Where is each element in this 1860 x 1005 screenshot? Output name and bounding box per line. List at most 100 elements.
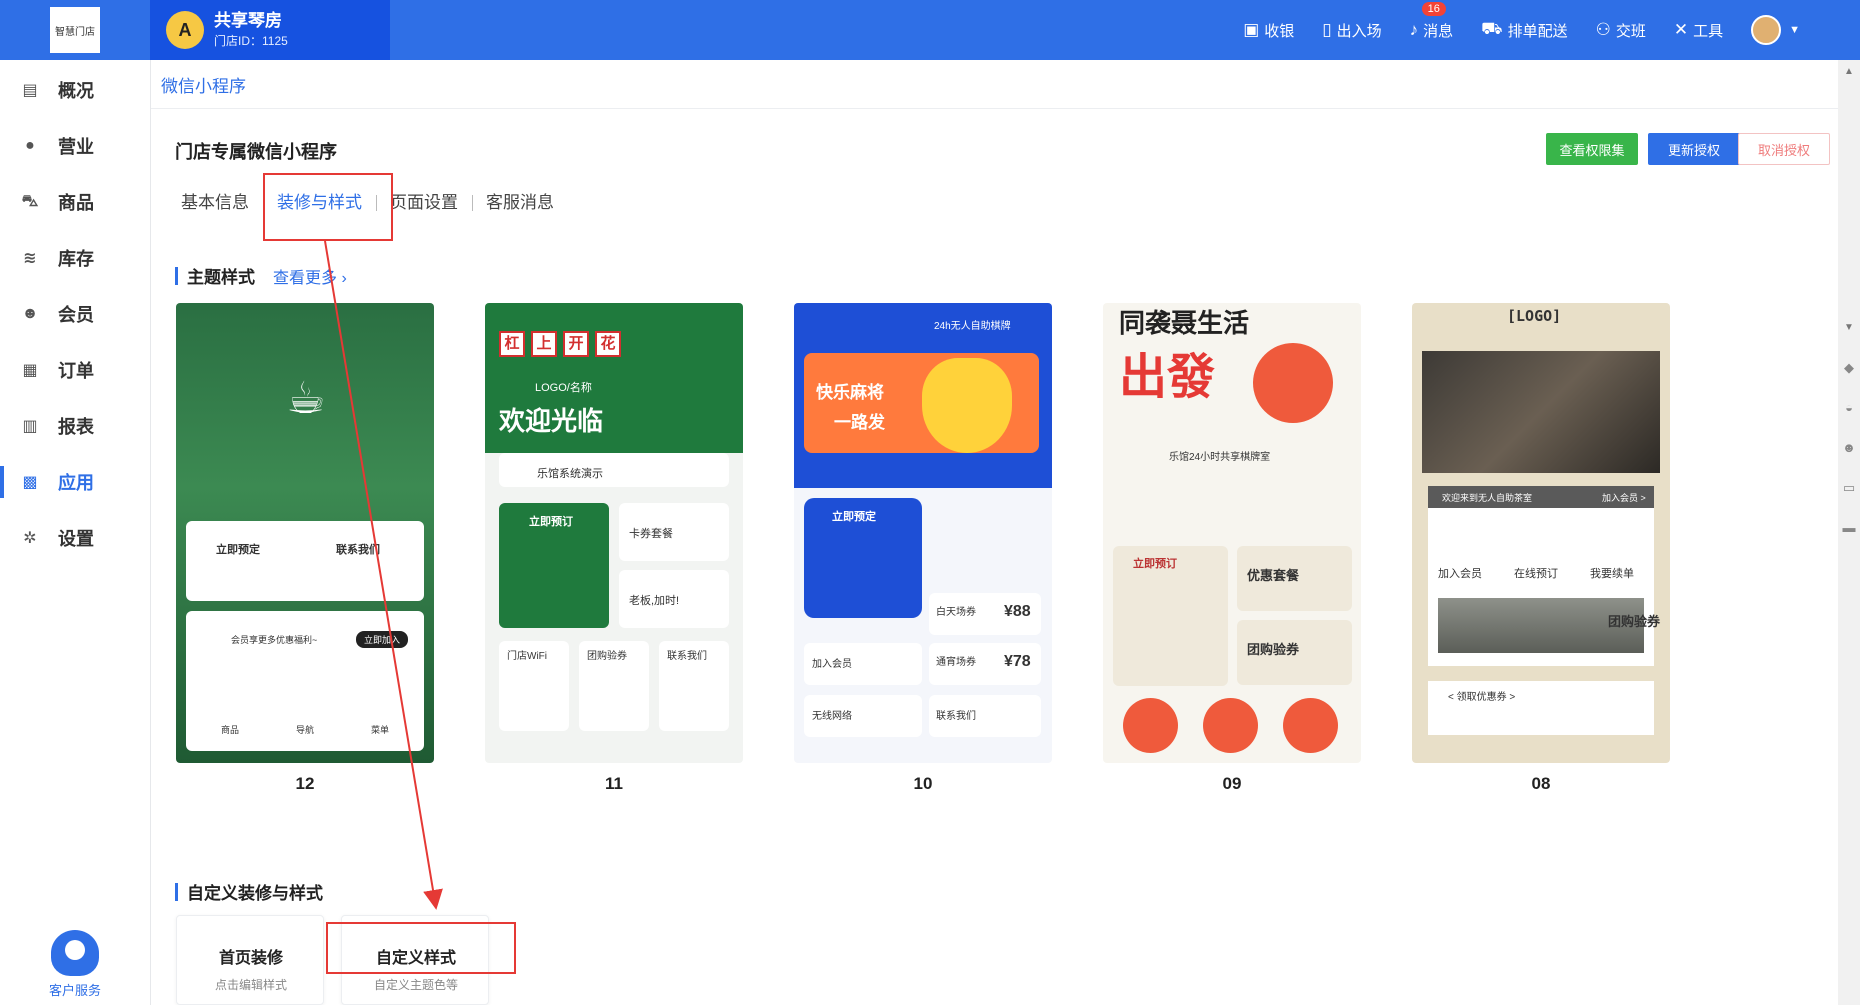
theme-card-label: 09 <box>1222 774 1242 793</box>
preview-text: 优惠套餐 <box>1247 568 1300 583</box>
theme-card-12[interactable]: ☕ 立即预定 联系我们 会员享更多优惠福利~ 立即加入 商品 导航 菜单 <box>176 303 434 763</box>
tab-basic-info[interactable]: 基本信息 <box>167 190 263 216</box>
cube-icon[interactable]: ◆ <box>1840 360 1858 378</box>
sidebar-item-members[interactable]: ☻ 会员 <box>0 286 150 342</box>
preview-text: 团购验券 <box>1247 642 1300 657</box>
custom-section-heading: 自定义装修与样式 <box>175 879 323 904</box>
sidebar: ▤ 概况 ● 营业 ⛍ 商品 ≋ 库存 ☻ 会员 ▦ 订单 ▥ 报表 ▩ 应用 ✲ 设置 客户服务 <box>0 60 150 1005</box>
theme-heading-text: 主题样式 <box>187 268 255 287</box>
store-avatar: A <box>166 11 204 49</box>
sidebar-item-label: 营业 <box>58 137 94 157</box>
top-menu-entry-exit[interactable]: ▯ 出入场 <box>1322 20 1381 41</box>
sidebar-item-label: 设置 <box>58 529 94 549</box>
preview-text: 一路发 <box>834 413 885 432</box>
view-permissions-button[interactable]: 查看权限集 <box>1546 133 1638 165</box>
top-menu-delivery[interactable]: ⛟ 排单配送 <box>1481 19 1567 41</box>
monkey-mascot-icon <box>1203 698 1258 753</box>
divider <box>151 108 1839 109</box>
highlight-box-tab <box>263 173 393 241</box>
preview-text: 加入会员 <box>812 659 852 670</box>
theme-card-09[interactable]: 同袭聂生活 出發 乐馆24小时共享棋牌室 立即预订 优惠套餐 团购验券 <box>1103 303 1361 763</box>
chevron-right-icon: › <box>341 269 347 287</box>
store-switcher[interactable]: A 共享琴房 门店ID：1125 <box>150 0 390 60</box>
message-count-badge: 16 <box>1421 1 1446 16</box>
preview-text: 导航 <box>296 725 315 735</box>
chevron-down-icon[interactable]: ▼ <box>1789 24 1800 36</box>
preview-text: 我要续单 <box>1590 568 1634 580</box>
keyboard-icon[interactable]: ▬ <box>1840 520 1858 538</box>
tools-icon: ✕ <box>1673 20 1689 39</box>
preview-text: 联系我们 <box>336 544 380 556</box>
update-auth-button[interactable]: 更新授权 <box>1648 133 1740 165</box>
top-menu-label: 工具 <box>1693 22 1724 40</box>
top-menu-label: 消息 <box>1423 22 1454 40</box>
scroll-down-icon[interactable]: ▼ <box>1844 322 1854 333</box>
sidebar-item-label: 订单 <box>58 361 94 381</box>
style-card-subtitle: 点击编辑样式 <box>214 978 287 992</box>
preview-text: 联系我们 <box>936 711 976 722</box>
preview-text: 欢迎光临 <box>499 406 604 436</box>
customer-service[interactable]: 客户服务 <box>0 930 150 999</box>
main-content: 微信小程序 门店专属微信小程序 查看权限集 更新授权 取消授权 基本信息 装修与… <box>150 60 1839 1005</box>
sidebar-item-goods[interactable]: ⛍ 商品 <box>0 174 150 230</box>
sidebar-item-label: 报表 <box>58 417 94 437</box>
sidebar-item-overview[interactable]: ▤ 概况 <box>0 62 150 118</box>
sidebar-item-inventory[interactable]: ≋ 库存 <box>0 230 150 286</box>
users-icon[interactable]: ☻ <box>1840 440 1858 458</box>
theme-card-11[interactable]: 杠 上 开 花 LOGO/名称 欢迎光临 乐馆系统演示 立即预订 卡券套餐 老板… <box>485 303 743 763</box>
top-menu-handover[interactable]: ⚇ 交班 <box>1596 20 1646 41</box>
sidebar-item-apps[interactable]: ▩ 应用 <box>0 454 150 510</box>
sidebar-item-reports[interactable]: ▥ 报表 <box>0 398 150 454</box>
scroll-up-icon[interactable]: ▲ <box>1844 66 1854 77</box>
top-menu-label: 排单配送 <box>1507 22 1568 40</box>
tea-photo <box>1422 351 1660 473</box>
monkey-mascot-icon <box>1283 698 1338 753</box>
preview-text: 快乐麻将 <box>816 383 884 402</box>
money-bag-icon: ● <box>25 137 35 154</box>
preview-text: 乐馆系统演示 <box>537 468 603 480</box>
top-menu-messages[interactable]: ♪ 16 消息 <box>1410 1 1454 41</box>
theme-card-label: 08 <box>1531 774 1551 793</box>
tea-leaf-logo-icon: ☕ <box>286 374 326 423</box>
preview-text: 上 <box>531 331 557 357</box>
custom-heading-text: 自定义装修与样式 <box>187 884 323 903</box>
top-menu-tools[interactable]: ✕ 工具 <box>1674 20 1723 41</box>
preview-text: 加入会员 > <box>1602 493 1646 503</box>
delivery-icon: ⛟ <box>1481 19 1503 38</box>
theme-card-08[interactable]: [LOGO] 欢迎来到无人自助茶室 加入会员 > 加入会员 在线预订 我要续单 … <box>1412 303 1670 763</box>
preview-text: LOGO/名称 <box>535 382 592 394</box>
theme-card-label: 11 <box>605 774 623 793</box>
sidebar-item-settings[interactable]: ✲ 设置 <box>0 510 150 566</box>
lamp-icon[interactable]: ◒ <box>1840 400 1858 418</box>
breadcrumb[interactable]: 微信小程序 <box>161 72 246 97</box>
preview-text: ¥78 <box>1004 653 1031 670</box>
headset-icon <box>51 930 99 976</box>
preview-text: 联系我们 <box>667 651 707 662</box>
preview-text: 菜单 <box>371 725 390 735</box>
preview-text: 24h无人自助棋牌 <box>934 321 1011 332</box>
sidebar-item-orders[interactable]: ▦ 订单 <box>0 342 150 398</box>
app-root: 智慧门店 A 共享琴房 门店ID：1125 ▣ 收银 ▯ 出入场 ♪ 16 消息 <box>0 0 1860 1005</box>
homepage-decoration-card[interactable]: 首页装修 点击编辑样式 <box>176 915 324 1005</box>
view-more-link[interactable]: 查看更多 › <box>273 264 347 288</box>
door-icon: ▯ <box>1322 20 1332 39</box>
highlight-box-custom-style <box>326 922 516 974</box>
user-avatar[interactable] <box>1751 15 1782 45</box>
sidebar-item-business[interactable]: ● 营业 <box>0 118 150 174</box>
preview-text: 出發 <box>1119 351 1216 404</box>
heading-accent-bar <box>175 266 178 285</box>
tab-customer-messages[interactable]: 客服消息 <box>472 190 568 216</box>
preview-text: 门店WiFi <box>507 651 547 662</box>
monkey-mascot-icon <box>1123 698 1178 753</box>
preview-text: 乐馆24小时共享棋牌室 <box>1169 452 1271 463</box>
preview-text: [LOGO] <box>1507 307 1562 325</box>
preview-text: 立即预定 <box>216 544 260 556</box>
printer-icon[interactable]: ▭ <box>1840 480 1858 498</box>
app-logo[interactable]: 智慧门店 <box>50 7 100 53</box>
cancel-auth-button[interactable]: 取消授权 <box>1738 133 1830 165</box>
right-dock: ◆ ◒ ☻ ▭ ▬ <box>1838 360 1860 560</box>
theme-card-10[interactable]: 24h无人自助棋牌 快乐麻将 一路发 立即预定 白天场券 ¥88 通宵场券 ¥7… <box>794 303 1052 763</box>
store-id: 门店ID：1125 <box>214 34 288 48</box>
top-menu-cashier[interactable]: ▣ 收银 <box>1243 20 1294 41</box>
theme-card-label: 10 <box>913 774 933 793</box>
